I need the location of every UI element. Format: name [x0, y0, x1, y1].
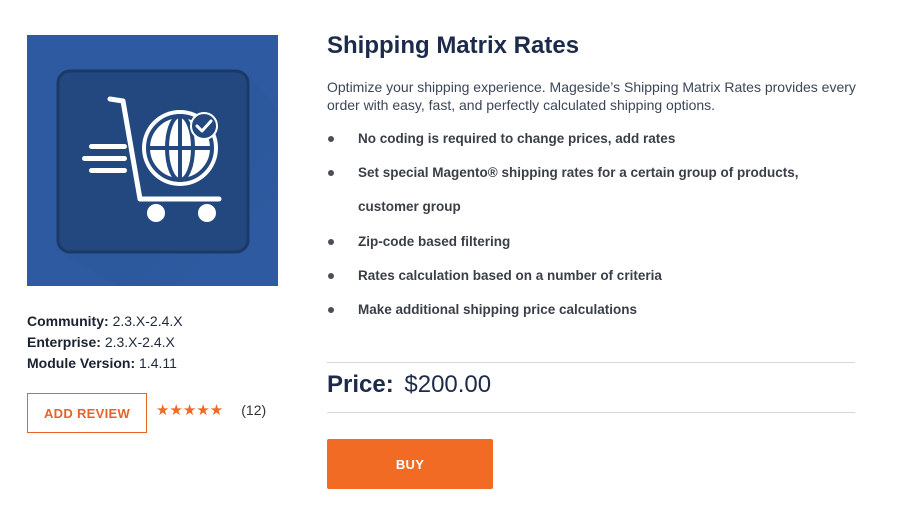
community-value: 2.3.X-2.4.X	[112, 313, 183, 329]
feature-text: Make additional shipping price calculati…	[358, 302, 638, 317]
price-divider-bottom	[327, 412, 855, 413]
feature-text: customer group	[358, 199, 461, 214]
product-image	[27, 35, 278, 286]
feature-text: Rates calculation based on a number of c…	[358, 268, 662, 283]
feature-text: No coding is required to change prices, …	[358, 131, 676, 146]
product-title: Shipping Matrix Rates	[327, 32, 580, 59]
review-count[interactable]: (12)	[241, 402, 266, 418]
module-version-label: Module Version:	[27, 355, 136, 371]
bullet-icon	[328, 273, 334, 279]
feature-item: No coding is required to change prices, …	[327, 130, 857, 147]
feature-item: Set special Magento® shipping rates for …	[327, 164, 857, 181]
price: Price: $200.00	[327, 371, 491, 399]
product-description: Optimize your shipping experience. Mages…	[327, 79, 856, 113]
bullet-icon	[328, 170, 334, 176]
feature-text: Set special Magento® shipping rates for …	[358, 165, 799, 180]
enterprise-spec: Enterprise: 2.3.X-2.4.X	[27, 332, 183, 353]
rating[interactable]: ★★★★★ (12)	[156, 401, 266, 419]
module-version-spec: Module Version: 1.4.11	[27, 353, 183, 374]
enterprise-label: Enterprise:	[27, 334, 101, 350]
community-label: Community:	[27, 313, 109, 329]
community-spec: Community: 2.3.X-2.4.X	[27, 311, 183, 332]
price-value: $200.00	[404, 371, 492, 398]
feature-item: Zip-code based filtering	[327, 233, 857, 250]
shopping-cart-globe-icon	[27, 35, 278, 286]
price-label: Price:	[327, 371, 394, 398]
enterprise-value: 2.3.X-2.4.X	[104, 334, 175, 350]
add-review-button[interactable]: ADD REVIEW	[27, 393, 147, 433]
bullet-icon	[328, 307, 334, 313]
feature-item-continuation: customer group	[327, 190, 857, 224]
buy-button[interactable]: BUY	[327, 439, 493, 489]
price-divider-top	[327, 362, 855, 363]
bullet-icon	[328, 239, 334, 245]
feature-text: Zip-code based filtering	[358, 234, 511, 249]
compatibility-specs: Community: 2.3.X-2.4.X Enterprise: 2.3.X…	[27, 311, 183, 374]
module-version-value: 1.4.11	[139, 355, 177, 371]
bullet-icon	[328, 136, 334, 142]
feature-item: Rates calculation based on a number of c…	[327, 267, 857, 284]
feature-item: Make additional shipping price calculati…	[327, 301, 857, 318]
rating-stars[interactable]: ★★★★★	[156, 401, 223, 419]
feature-list: No coding is required to change prices, …	[327, 130, 857, 335]
